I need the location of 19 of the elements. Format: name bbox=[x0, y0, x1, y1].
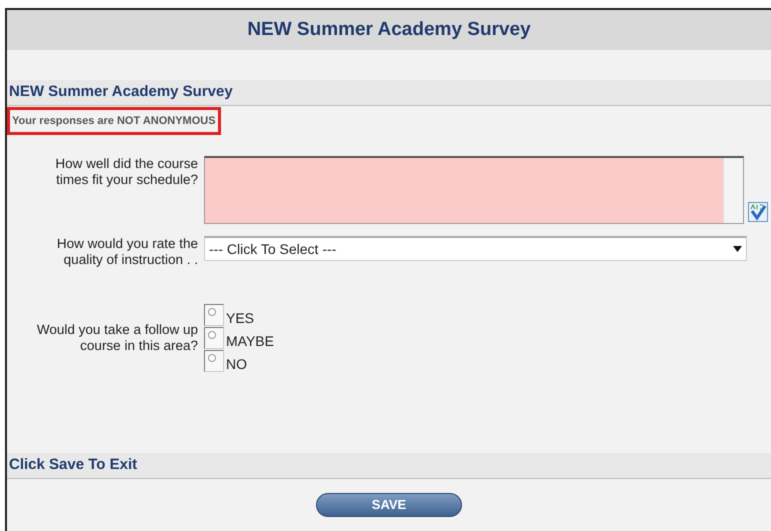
option-label: YES bbox=[226, 310, 254, 326]
question-label: Would you take a follow up course in this area? bbox=[36, 322, 199, 354]
notice-text: Your responses are NOT ANONYMOUS bbox=[7, 106, 221, 136]
save-button[interactable]: SAVE bbox=[316, 493, 462, 517]
section-title: NEW Summer Academy Survey bbox=[8, 82, 233, 102]
radio-button[interactable] bbox=[204, 304, 224, 326]
question-label: How well did the course times fit your schedule? bbox=[54, 156, 199, 188]
option-label: NO bbox=[226, 356, 247, 372]
page-title: NEW Summer Academy Survey bbox=[247, 18, 531, 42]
footer-title: Click Save To Exit bbox=[8, 455, 138, 476]
radio-button[interactable] bbox=[204, 327, 224, 349]
option-label: MAYBE bbox=[226, 333, 274, 349]
scrollbar[interactable] bbox=[723, 158, 743, 223]
caret-icon bbox=[733, 246, 742, 252]
question-label: How would you rate the quality of instruction . . bbox=[56, 236, 199, 268]
spell-check-icon[interactable] bbox=[748, 202, 768, 222]
radio-button[interactable] bbox=[204, 350, 224, 372]
rating-dropdown[interactable]: --- Click To Select --- bbox=[204, 236, 747, 261]
answer-box[interactable] bbox=[204, 156, 744, 224]
